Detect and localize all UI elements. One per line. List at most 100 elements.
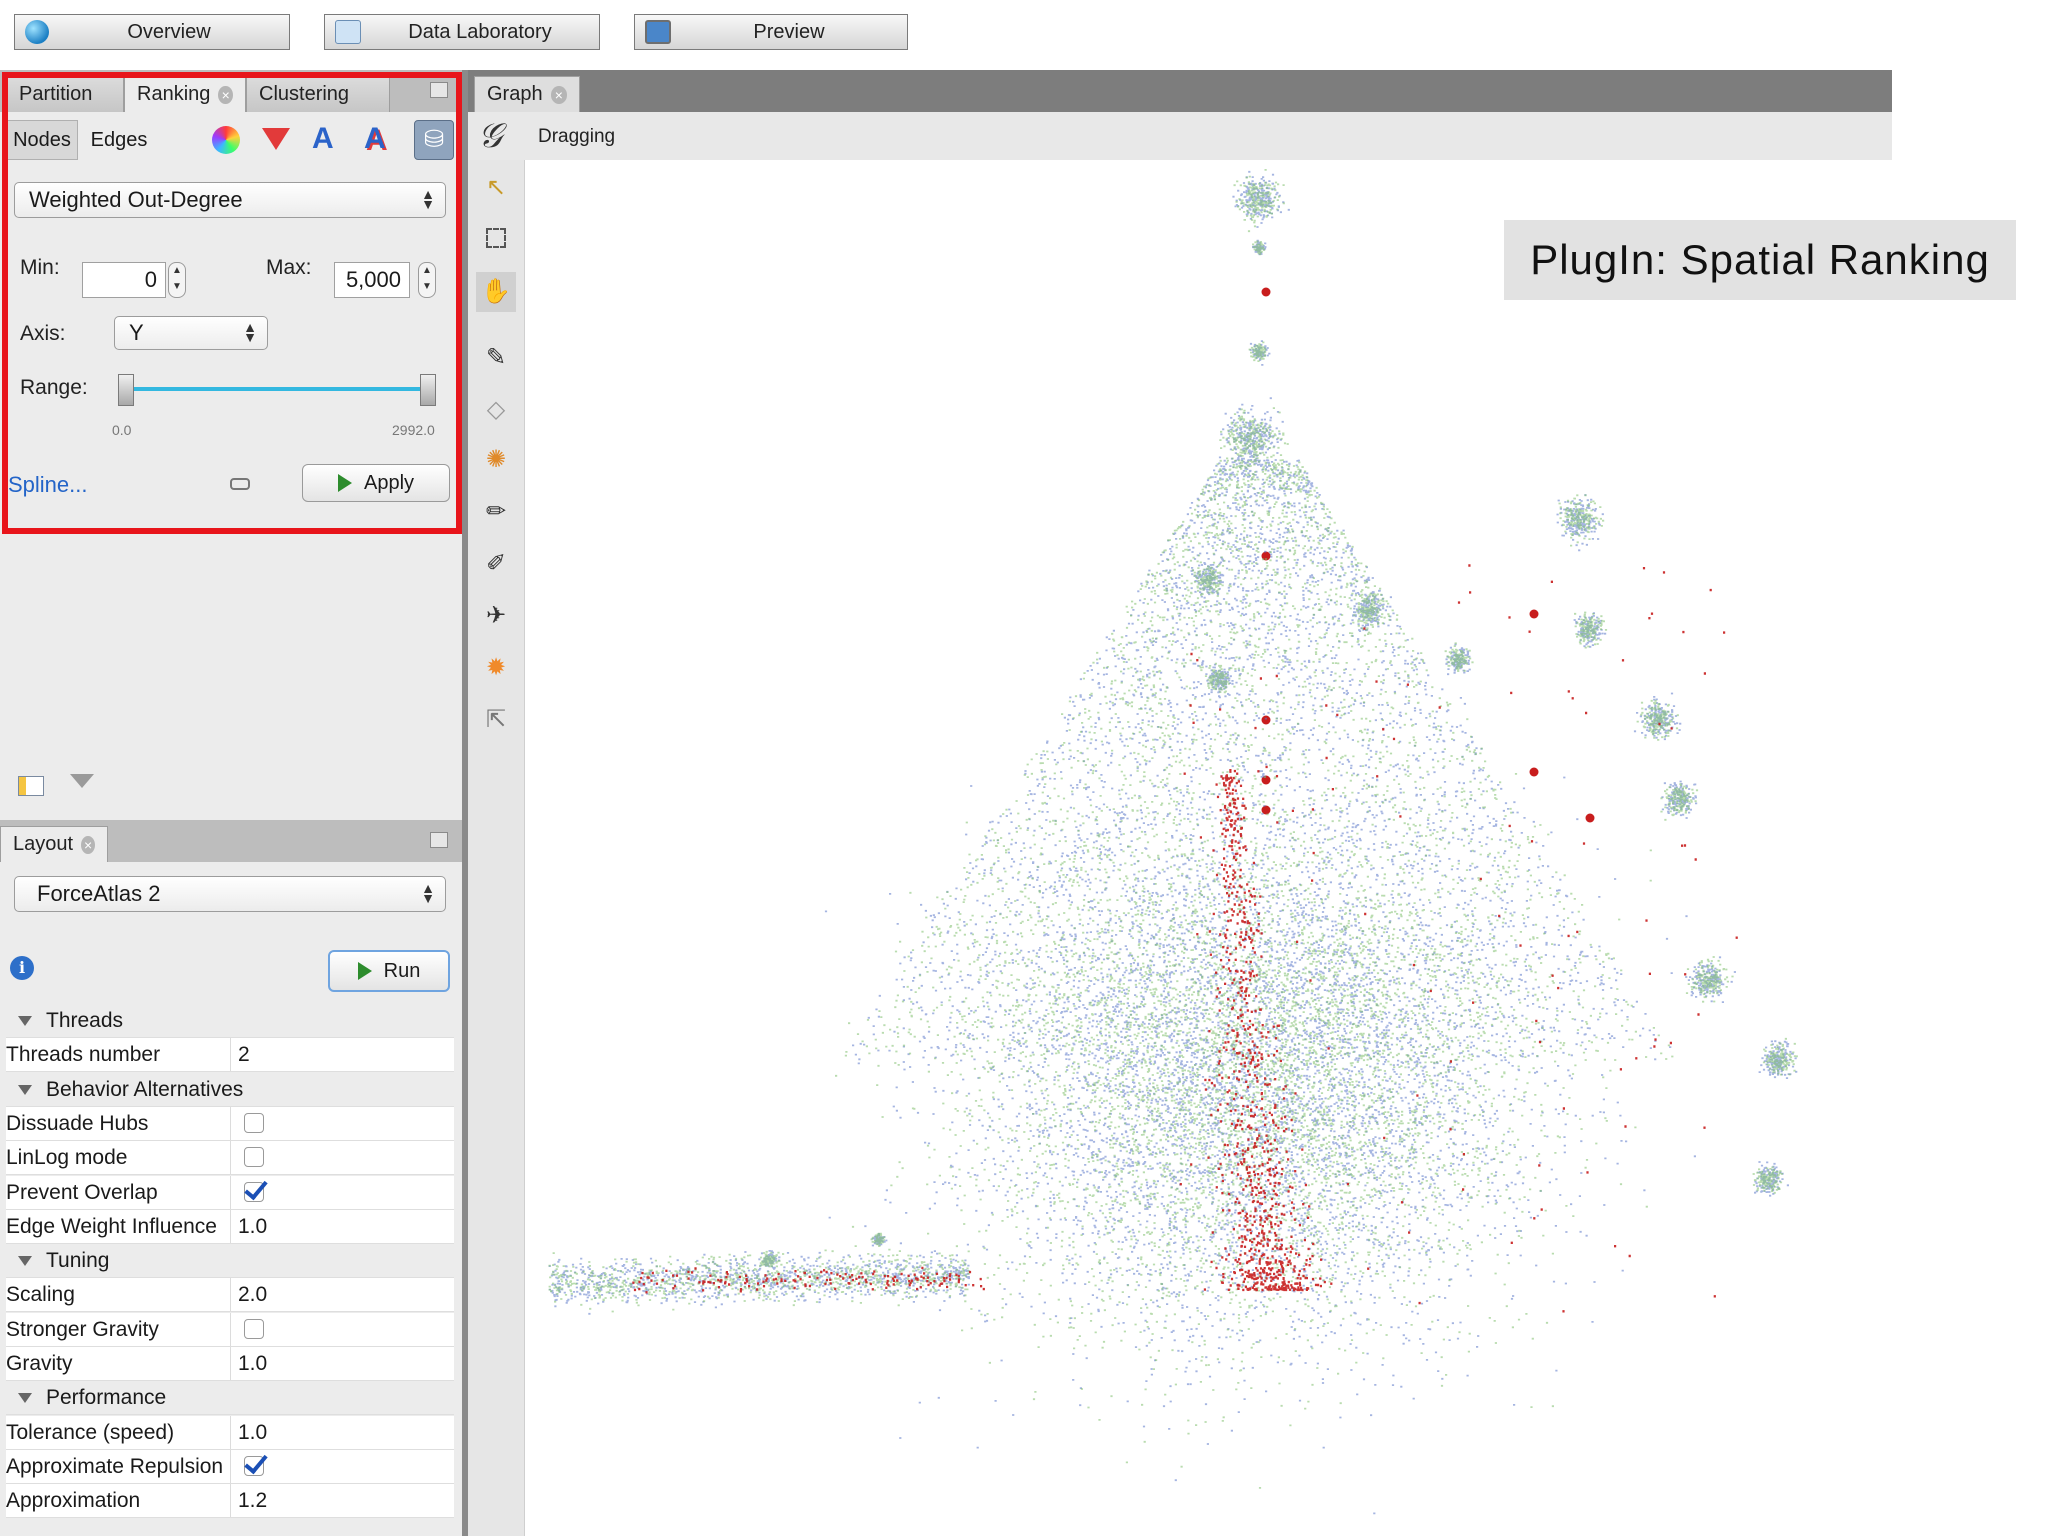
results-list-icon[interactable] (18, 776, 44, 796)
node-cloud (548, 169, 1798, 1489)
min-label: Min: (20, 256, 60, 279)
tab-clustering[interactable]: Clustering (246, 76, 390, 112)
size-diamond-icon[interactable] (262, 128, 290, 150)
property-value[interactable]: 1.0 (238, 1210, 267, 1243)
info-icon[interactable]: i (10, 956, 34, 980)
property-label: Dissuade Hubs (6, 1106, 231, 1140)
property-row: LinLog mode (6, 1141, 454, 1176)
property-label: Threads (46, 1009, 124, 1032)
ranked-node[interactable] (1261, 287, 1271, 297)
left-panel: Partition Ranking × Clustering Nodes Edge… (0, 70, 468, 1536)
property-value[interactable]: 2 (238, 1038, 250, 1071)
preview-button[interactable]: Preview (634, 14, 908, 50)
property-row: Approximate Repulsion (6, 1449, 454, 1484)
property-row: Edge Weight Influence 1.0 (6, 1209, 454, 1244)
property-row: Approximation 1.2 (6, 1484, 454, 1519)
property-checkbox[interactable] (244, 1318, 264, 1339)
brush-icon[interactable]: ✎ (482, 344, 510, 372)
link-icon[interactable] (230, 478, 250, 490)
ranked-node[interactable] (1529, 767, 1539, 777)
property-label: Tuning (46, 1249, 110, 1273)
range-track[interactable] (126, 387, 430, 391)
attribute-select[interactable]: Weighted Out-Degree ▲ ▼ (14, 182, 446, 218)
ranking-tabstrip: Partition Ranking × Clustering (0, 70, 462, 112)
min-field[interactable]: 0 (82, 262, 166, 298)
tab-edges[interactable]: Edges (80, 120, 158, 160)
ranked-node[interactable] (1585, 813, 1595, 823)
property-category[interactable]: Performance (6, 1381, 454, 1416)
tab-graph[interactable]: Graph × (474, 76, 580, 112)
property-value[interactable]: 1.2 (238, 1484, 267, 1517)
overview-button[interactable]: Overview (14, 14, 290, 50)
max-field[interactable]: 5,000 (334, 262, 410, 298)
filter-icon[interactable] (70, 774, 94, 788)
run-button[interactable]: Run (328, 950, 450, 992)
property-checkbox[interactable] (244, 1112, 264, 1133)
tab-nodes[interactable]: Nodes (6, 120, 78, 160)
label-color-icon[interactable]: A (312, 122, 334, 156)
close-icon[interactable]: × (550, 85, 567, 104)
tab-partition[interactable]: Partition (6, 76, 124, 112)
spline-link[interactable]: Spline... (8, 472, 88, 498)
globe-icon (25, 20, 49, 44)
min-spinner[interactable]: ▲ ▼ (168, 262, 186, 298)
range-label: Range: (20, 376, 88, 399)
hand-drag-icon[interactable]: ✋ (476, 272, 516, 312)
property-value[interactable]: 2.0 (238, 1278, 267, 1311)
property-label: Approximation (6, 1484, 231, 1518)
tab-layout[interactable]: Layout × (0, 826, 108, 862)
label-size-icon[interactable]: A (364, 122, 386, 156)
pointer-icon[interactable]: ↖ (482, 174, 510, 202)
axis-label: Axis: (20, 322, 66, 345)
mode-status-text: Dragging (538, 126, 616, 147)
property-checkbox[interactable] (244, 1181, 264, 1202)
data-laboratory-button[interactable]: Data Laboratory (324, 14, 600, 50)
minimize-icon[interactable] (430, 82, 448, 98)
property-row: Scaling 2.0 (6, 1278, 454, 1313)
property-label: Threads number (6, 1038, 231, 1072)
property-label: LinLog mode (6, 1141, 231, 1175)
property-category[interactable]: Threads (6, 1004, 454, 1038)
graph-tabstrip: Graph × (468, 70, 1892, 112)
property-category[interactable]: Behavior Alternatives (6, 1072, 454, 1107)
close-icon[interactable]: × (81, 835, 95, 854)
color-wheel-icon[interactable] (212, 126, 240, 154)
property-value[interactable]: 1.0 (238, 1416, 267, 1449)
layout-algorithm-select[interactable]: ForceAtlas 2 ▲ ▼ (14, 876, 446, 912)
range-min-handle[interactable] (118, 374, 134, 406)
property-checkbox[interactable] (244, 1147, 264, 1168)
property-label: Gravity (6, 1347, 231, 1380)
pencil-icon[interactable]: ✏ (482, 498, 510, 526)
tab-ranking[interactable]: Ranking × (124, 76, 246, 112)
shortest-path-icon[interactable]: ✈ (482, 602, 510, 630)
heat-map-icon[interactable]: ✹ (482, 654, 510, 682)
property-value[interactable]: 1.0 (238, 1347, 267, 1380)
minimize-icon[interactable] (430, 832, 448, 848)
diamond-size-icon[interactable]: ◇ (482, 396, 510, 424)
property-row: Gravity 1.0 (6, 1347, 454, 1381)
property-category[interactable]: Tuning (6, 1244, 454, 1279)
color-painter-icon[interactable]: ✺ (482, 446, 510, 474)
graph-toolbar: 𝒢 Dragging (468, 112, 1892, 160)
spatial-ranking-icon[interactable]: ⛁ (414, 120, 454, 160)
graph-canvas[interactable] (528, 160, 1888, 1536)
max-spinner[interactable]: ▲ ▼ (418, 262, 436, 298)
property-checkbox[interactable] (244, 1455, 264, 1476)
axis-select[interactable]: Y ▲ ▼ (114, 316, 268, 350)
range-max-value: 2992.0 (392, 422, 435, 438)
updown-arrow-icon: ▲ ▼ (421, 186, 435, 212)
close-icon[interactable]: × (218, 85, 233, 104)
range-max-handle[interactable] (420, 374, 436, 406)
range-min-value: 0.0 (112, 422, 132, 438)
ranked-node[interactable] (1529, 609, 1539, 619)
property-label: Behavior Alternatives (46, 1077, 244, 1101)
property-label: Scaling (6, 1278, 231, 1312)
apply-button[interactable]: Apply (302, 464, 450, 502)
property-label: Performance (46, 1386, 167, 1410)
rectangle-select-icon[interactable] (486, 228, 506, 248)
help-pointer-icon[interactable]: ⇱ (482, 706, 510, 734)
ranked-node[interactable] (1261, 715, 1271, 725)
edge-pencil-icon[interactable]: ✐ (482, 550, 510, 578)
mode-bar: Overview Data Laboratory Preview (0, 0, 2048, 68)
property-label: Tolerance (speed) (6, 1415, 231, 1449)
